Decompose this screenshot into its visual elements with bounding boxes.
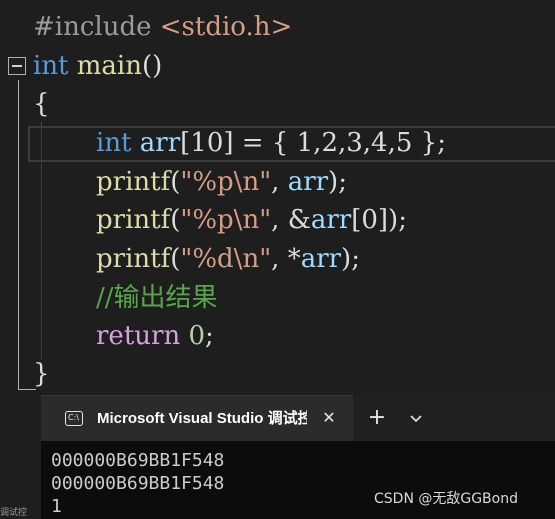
code-line-7: printf("%d\n", *arr); <box>96 244 360 274</box>
watermark: CSDN @无敌GGBond <box>374 491 518 507</box>
return-value: 0 <box>188 321 205 351</box>
code-line-2: int main() <box>33 51 162 81</box>
paren-open: ( <box>170 205 181 235</box>
fold-gutter-end <box>18 389 36 390</box>
paren-close: ); <box>341 244 360 274</box>
code-line-1: #include <stdio.h> <box>33 12 292 42</box>
code-editor[interactable]: #include <stdio.h> int main() { int arr[… <box>0 0 555 395</box>
console-icon-text: C:\ <box>68 413 79 422</box>
code-line-6: printf("%p\n", &arr[0]); <box>96 205 407 235</box>
format-string: "%d\n" <box>180 244 272 274</box>
format-string: "%p\n" <box>180 167 272 197</box>
array-size: [10] <box>180 128 234 158</box>
collapse-toggle-icon[interactable] <box>8 57 26 75</box>
dereference-operator: * <box>287 244 301 274</box>
format-string: "%p\n" <box>180 205 272 235</box>
console-icon: C:\ <box>65 411 83 426</box>
parens: () <box>142 51 163 81</box>
semicolon: ; <box>205 321 214 351</box>
left-strip <box>0 395 41 519</box>
index: [0] <box>351 205 389 235</box>
arg-arr: arr <box>287 167 329 197</box>
terminal-tab-bar: C:\ Microsoft Visual Studio 调试控制台 ✕ + <box>41 395 555 441</box>
include-header: <stdio.h> <box>159 12 293 42</box>
comment: //输出结果 <box>96 283 218 313</box>
new-tab-button[interactable]: + <box>365 406 389 430</box>
tab-title: Microsoft Visual Studio 调试控制台 <box>97 410 307 427</box>
open-brace: { <box>33 89 50 119</box>
console-output-line-2: 000000B69BB1F548 <box>51 473 225 494</box>
function-printf: printf <box>96 167 171 197</box>
include-directive: #include <box>33 12 152 42</box>
chevron-down-icon[interactable] <box>404 406 428 430</box>
paren-close: ); <box>388 205 407 235</box>
fold-gutter-line <box>18 80 19 390</box>
code-line-8: //输出结果 <box>96 283 218 313</box>
arg-arr: arr <box>310 205 352 235</box>
paren-open: ( <box>170 244 181 274</box>
left-strip-text: 调试控 <box>0 508 28 518</box>
keyword-return: return <box>96 321 181 351</box>
function-printf: printf <box>96 244 171 274</box>
code-line-3: { <box>33 89 50 119</box>
array-initializer: = { 1,2,3,4,5 }; <box>233 128 446 158</box>
separator: , <box>271 205 288 235</box>
code-line-9: return 0; <box>96 321 214 351</box>
paren-open: ( <box>170 167 181 197</box>
console-tab[interactable]: C:\ Microsoft Visual Studio 调试控制台 ✕ <box>41 395 353 441</box>
function-name-main: main <box>76 51 142 81</box>
separator: , <box>271 167 288 197</box>
variable-arr: arr <box>139 128 181 158</box>
console-output-line-3: 1 <box>51 496 62 517</box>
function-printf: printf <box>96 205 171 235</box>
code-line-10: } <box>33 359 50 389</box>
keyword-int: int <box>96 128 132 158</box>
close-brace: } <box>33 359 50 389</box>
console-output-line-1: 000000B69BB1F548 <box>51 450 225 471</box>
code-line-5: printf("%p\n", arr); <box>96 167 347 197</box>
code-line-4: int arr[10] = { 1,2,3,4,5 }; <box>96 128 446 158</box>
close-icon[interactable]: ✕ <box>318 407 340 429</box>
keyword-int: int <box>33 51 69 81</box>
address-operator: & <box>287 205 311 235</box>
separator: , <box>271 244 288 274</box>
paren-close: ); <box>328 167 347 197</box>
arg-arr: arr <box>300 244 342 274</box>
